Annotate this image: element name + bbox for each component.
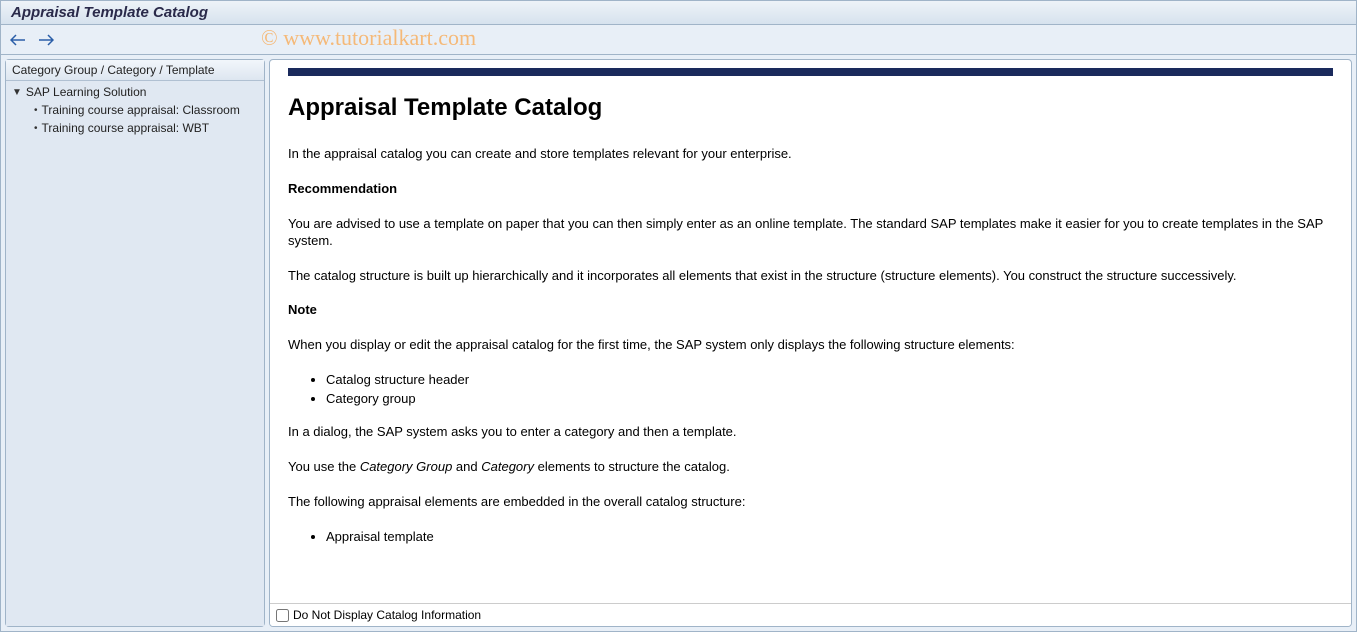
bullet-icon: • <box>34 123 38 134</box>
tree-child-label: Training course appraisal: Classroom <box>42 103 240 117</box>
main-area: Category Group / Category / Template ▼ S… <box>1 55 1356 631</box>
titlebar: Appraisal Template Catalog <box>1 1 1356 25</box>
tree-root[interactable]: ▼ SAP Learning Solution <box>6 83 264 101</box>
watermark: © www.tutorialkart.com <box>261 25 476 51</box>
list-item: Appraisal template <box>326 529 1333 544</box>
back-button[interactable] <box>9 31 27 49</box>
recommendation-text: You are advised to use a template on pap… <box>288 216 1333 250</box>
note-list: Catalog structure header Category group <box>326 372 1333 406</box>
tree-child-label: Training course appraisal: WBT <box>42 121 210 135</box>
page-title: Appraisal Template Catalog <box>288 94 1333 122</box>
intro-text: In the appraisal catalog you can create … <box>288 146 1333 163</box>
top-stripe <box>288 68 1333 76</box>
dialog-text: In a dialog, the SAP system asks you to … <box>288 424 1333 441</box>
tree-child[interactable]: • Training course appraisal: WBT <box>6 119 264 137</box>
note-text: When you display or edit the appraisal c… <box>288 337 1333 354</box>
suppress-info-checkbox[interactable] <box>276 609 289 622</box>
tree-root-label: SAP Learning Solution <box>26 85 147 99</box>
footer: Do Not Display Catalog Information <box>270 603 1351 626</box>
usage-suffix: elements to structure the catalog. <box>534 459 730 474</box>
usage-text: You use the Category Group and Category … <box>288 459 1333 476</box>
list-item: Catalog structure header <box>326 372 1333 387</box>
forward-button[interactable] <box>37 31 55 49</box>
window-title: Appraisal Template Catalog <box>11 4 208 21</box>
toolbar: © www.tutorialkart.com <box>1 25 1356 55</box>
bullet-icon: • <box>34 105 38 116</box>
content-pane: Appraisal Template Catalog In the apprai… <box>269 59 1352 627</box>
arrow-left-icon <box>10 34 26 46</box>
suppress-info-label: Do Not Display Catalog Information <box>293 608 481 622</box>
embedded-text: The following appraisal elements are emb… <box>288 494 1333 511</box>
caret-down-icon: ▼ <box>12 87 22 98</box>
sidebar: Category Group / Category / Template ▼ S… <box>5 59 265 627</box>
usage-em2: Category <box>481 459 534 474</box>
content-scroll[interactable]: Appraisal Template Catalog In the apprai… <box>270 60 1351 603</box>
list-item: Category group <box>326 391 1333 406</box>
embedded-list: Appraisal template <box>326 529 1333 544</box>
note-heading: Note <box>288 302 1333 319</box>
arrow-right-icon <box>38 34 54 46</box>
recommendation-heading: Recommendation <box>288 181 1333 198</box>
usage-em1: Category Group <box>360 459 453 474</box>
usage-prefix: You use the <box>288 459 360 474</box>
tree-child[interactable]: • Training course appraisal: Classroom <box>6 101 264 119</box>
app-window: Appraisal Template Catalog © www.tutoria… <box>0 0 1357 632</box>
structure-text: The catalog structure is built up hierar… <box>288 268 1333 285</box>
tree: ▼ SAP Learning Solution • Training cours… <box>6 81 264 626</box>
usage-mid: and <box>452 459 481 474</box>
sidebar-header: Category Group / Category / Template <box>6 60 264 81</box>
